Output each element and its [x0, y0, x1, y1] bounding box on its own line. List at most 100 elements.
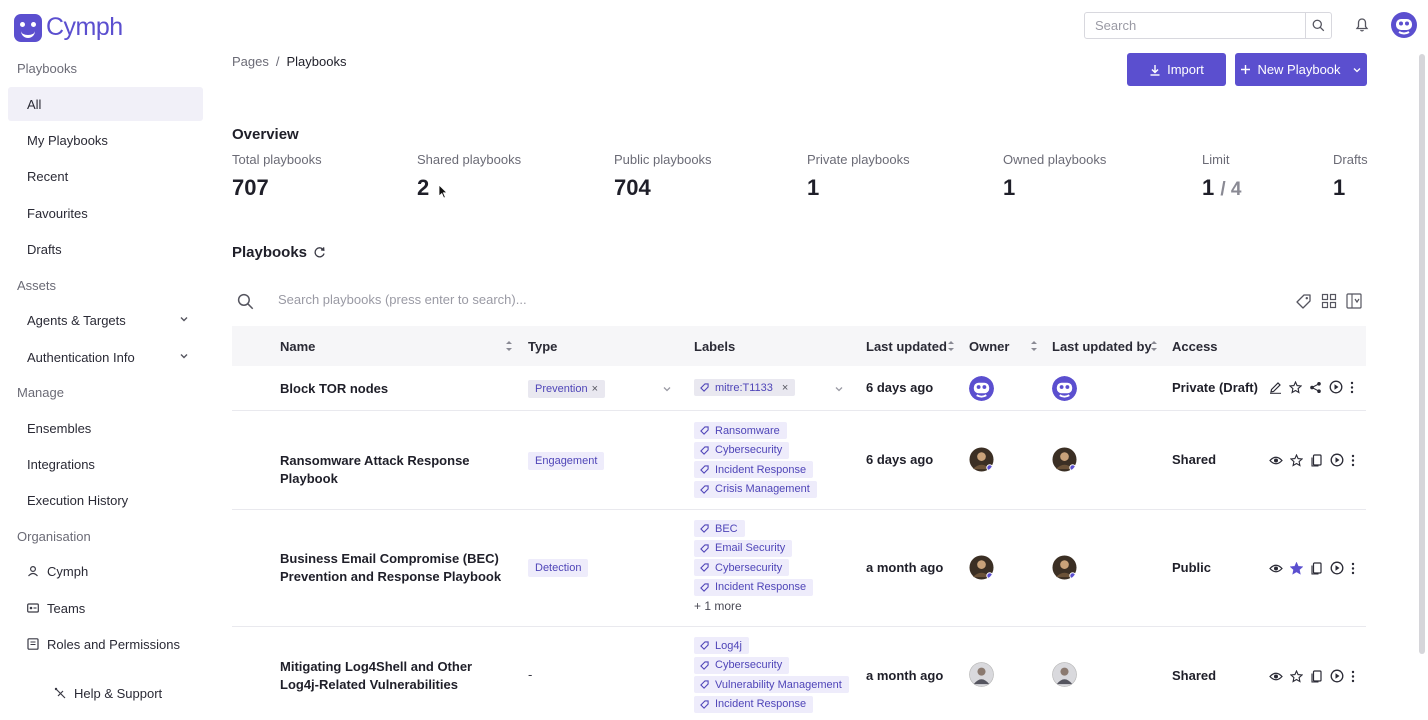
star-icon[interactable] — [1290, 453, 1303, 467]
help-support-link[interactable]: Help & Support — [54, 686, 162, 701]
run-icon[interactable] — [1330, 561, 1344, 575]
chevron-down-icon[interactable] — [834, 384, 844, 394]
sidebar-item-all[interactable]: All — [8, 87, 203, 121]
breadcrumb-separator: / — [275, 54, 280, 69]
type-select[interactable]: Prevention × — [528, 380, 606, 398]
global-search-button[interactable] — [1305, 13, 1331, 38]
refresh-icon[interactable] — [313, 246, 326, 259]
owner-avatar[interactable] — [969, 447, 994, 472]
label-chip: Vulnerability Management — [694, 676, 849, 693]
tag-icon — [700, 465, 709, 474]
more-labels-link[interactable]: + 1 more — [694, 599, 742, 613]
copy-icon[interactable] — [1310, 669, 1323, 683]
playbook-name[interactable]: Block TOR nodes — [280, 380, 510, 398]
sidebar-item-agents-targets[interactable]: Agents & Targets — [8, 303, 203, 337]
app-logo[interactable]: Cymph — [14, 13, 123, 42]
import-button[interactable]: Import — [1127, 53, 1226, 86]
sidebar-item-authentication-info[interactable]: Authentication Info — [8, 340, 203, 374]
sidebar-item-favourites[interactable]: Favourites — [8, 196, 203, 230]
stat-value: 707 — [232, 175, 269, 200]
updated-by-avatar[interactable] — [1052, 662, 1077, 687]
chevron-down-icon[interactable] — [662, 384, 672, 394]
scrollbar-thumb[interactable] — [1419, 54, 1425, 654]
table-row[interactable]: Mitigating Log4Shell and Other Log4j-Rel… — [232, 627, 1366, 720]
sort-icon[interactable] — [505, 339, 513, 353]
global-search-input[interactable] — [1085, 13, 1305, 38]
user-avatar[interactable] — [1391, 12, 1417, 38]
column-header-last-updated-by[interactable]: Last updated by — [1052, 339, 1152, 354]
updated-by-avatar[interactable] — [1052, 376, 1077, 401]
label-text: BEC — [715, 522, 738, 535]
sidebar-item-execution-history[interactable]: Execution History — [8, 483, 203, 517]
label-text: Ransomware — [715, 424, 780, 437]
sidebar-item-drafts[interactable]: Drafts — [8, 232, 203, 266]
grid-view-icon[interactable] — [1321, 293, 1337, 309]
column-header-owner[interactable]: Owner — [969, 339, 1009, 354]
more-options-icon[interactable] — [1351, 454, 1355, 467]
sidebar-item-ensembles[interactable]: Ensembles — [8, 411, 203, 445]
search-icon — [237, 293, 254, 310]
breadcrumb-pages[interactable]: Pages — [232, 54, 269, 69]
view-icon[interactable] — [1269, 562, 1283, 575]
updated-by-avatar[interactable] — [1052, 447, 1077, 472]
tag-icon — [700, 582, 709, 592]
star-icon[interactable] — [1289, 380, 1302, 394]
sort-icon[interactable] — [1030, 339, 1038, 353]
sort-icon[interactable] — [1150, 339, 1158, 353]
owner-avatar[interactable] — [969, 376, 994, 401]
run-icon[interactable] — [1330, 669, 1344, 683]
more-options-icon[interactable] — [1351, 562, 1355, 575]
sidebar-item-recent[interactable]: Recent — [8, 159, 203, 193]
type-chip-label: Engagement — [535, 455, 598, 467]
sidebar-item-integrations[interactable]: Integrations — [8, 447, 203, 481]
stat-public: Public playbooks 704 — [614, 152, 712, 201]
notification-bell-icon[interactable] — [1354, 17, 1370, 33]
sidebar-item-label: Cymph — [47, 563, 89, 579]
new-playbook-button[interactable]: New Playbook — [1235, 53, 1367, 86]
playbook-name[interactable]: Ransomware Attack Response Playbook — [280, 452, 510, 488]
column-header-name[interactable]: Name — [280, 339, 315, 354]
playbook-name[interactable]: Mitigating Log4Shell and Other Log4j-Rel… — [280, 658, 510, 694]
table-row[interactable]: Block TOR nodes Prevention × mitre:T1133… — [232, 366, 1366, 411]
updated-by-avatar[interactable] — [1052, 555, 1077, 580]
playbooks-section-title: Playbooks — [232, 244, 326, 261]
row-actions — [1269, 561, 1355, 575]
tag-icon[interactable] — [1295, 293, 1312, 310]
labels-select[interactable]: mitre:T1133 × — [694, 379, 796, 396]
edit-icon[interactable] — [1269, 381, 1282, 394]
sidebar-item-roles-permissions[interactable]: Roles and Permissions — [8, 627, 203, 661]
column-header-labels: Labels — [694, 339, 736, 354]
more-options-icon[interactable] — [1351, 670, 1355, 683]
breadcrumb-current: Playbooks — [286, 54, 347, 69]
team-icon — [27, 602, 39, 614]
access-status: Private (Draft) — [1172, 380, 1258, 395]
playbook-name[interactable]: Business Email Compromise (BEC) Preventi… — [280, 550, 510, 586]
remove-icon[interactable]: × — [592, 383, 598, 395]
sidebar-item-my-playbooks[interactable]: My Playbooks — [8, 123, 203, 157]
sort-icon[interactable] — [947, 339, 955, 353]
copy-icon[interactable] — [1310, 561, 1323, 575]
share-icon[interactable] — [1309, 381, 1322, 394]
remove-icon[interactable]: × — [782, 382, 788, 394]
table-row[interactable]: Business Email Compromise (BEC) Preventi… — [232, 510, 1366, 627]
view-icon[interactable] — [1269, 454, 1283, 467]
run-icon[interactable] — [1330, 453, 1344, 467]
sidebar-item-cymph[interactable]: Cymph — [8, 554, 203, 588]
run-icon[interactable] — [1329, 380, 1343, 394]
sidebar-item-label: Agents & Targets — [27, 312, 126, 328]
owner-avatar[interactable] — [969, 662, 994, 687]
star-filled-icon[interactable] — [1290, 561, 1303, 575]
copy-icon[interactable] — [1310, 453, 1323, 467]
table-row[interactable]: Ransomware Attack Response Playbook Enga… — [232, 411, 1366, 510]
owner-avatar[interactable] — [969, 555, 994, 580]
sidebar-item-teams[interactable]: Teams — [8, 591, 203, 625]
playbook-search-input[interactable] — [278, 292, 978, 307]
tag-icon — [700, 445, 709, 455]
stat-label: Drafts — [1333, 152, 1368, 167]
column-header-last-updated[interactable]: Last updated — [866, 339, 947, 354]
column-settings-icon[interactable] — [1346, 293, 1362, 309]
star-icon[interactable] — [1290, 669, 1303, 683]
view-icon[interactable] — [1269, 670, 1283, 683]
more-options-icon[interactable] — [1350, 381, 1354, 394]
page-scrollbar[interactable] — [1418, 52, 1426, 720]
